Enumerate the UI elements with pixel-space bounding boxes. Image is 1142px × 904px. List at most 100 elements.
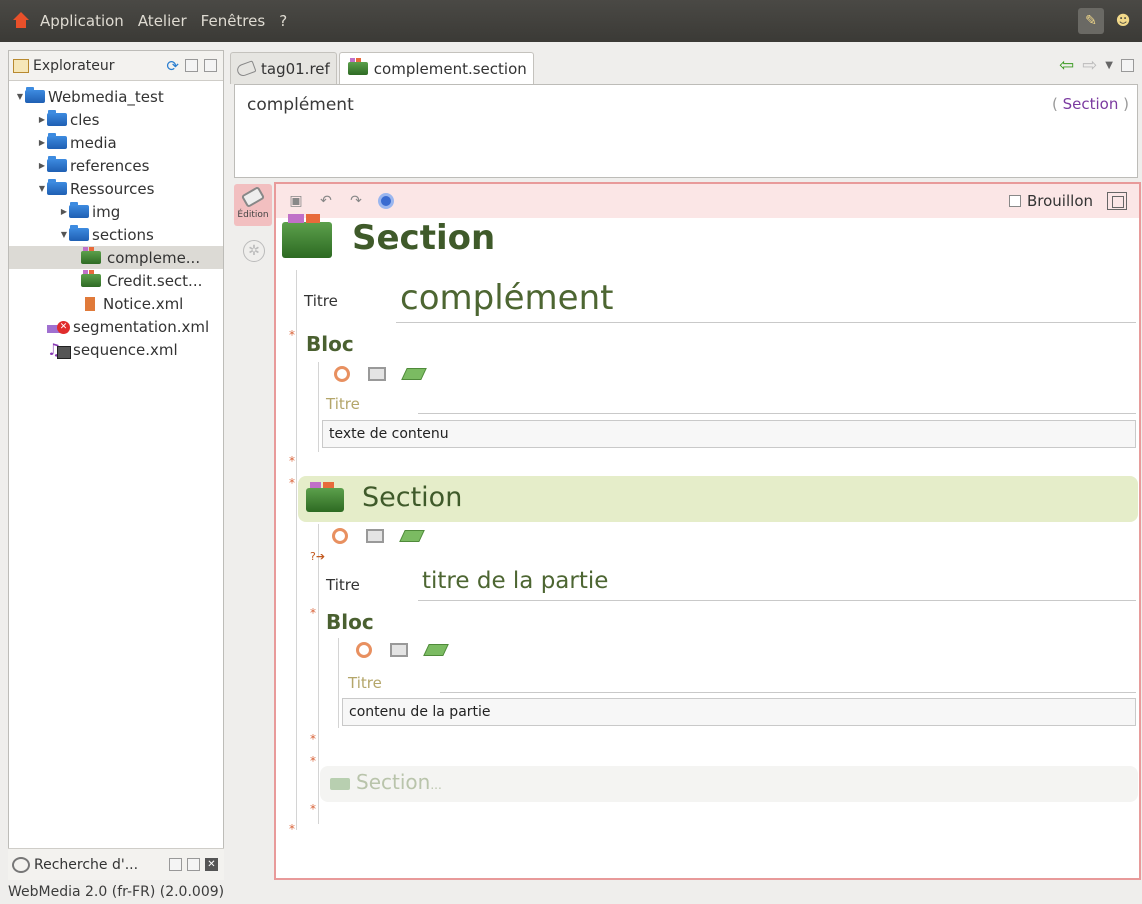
edit-perspective-icon[interactable]: ✎ [1078, 8, 1104, 34]
collapsed-arrow-icon[interactable]: ▶ [37, 161, 47, 170]
refresh-icon[interactable]: ⟳ [166, 57, 179, 75]
recherche-title[interactable]: Recherche d'... [34, 857, 138, 873]
required-marker: * [310, 754, 316, 768]
screen-icon[interactable] [390, 643, 408, 657]
activity-icon[interactable] [356, 642, 372, 658]
subsection-titre-value[interactable]: titre de la partie [422, 568, 608, 594]
status-bar: WebMedia 2.0 (fr-FR) (2.0.009) [8, 884, 225, 900]
titre-underline [396, 322, 1136, 323]
tree-guide [296, 270, 297, 830]
edition-label: Édition [237, 210, 269, 220]
explorer-title: Explorateur [33, 57, 115, 74]
sequence-icon [47, 340, 71, 359]
collapsed-arrow-icon[interactable]: ▶ [37, 138, 47, 147]
book-icon[interactable] [401, 368, 427, 380]
screen-icon[interactable] [366, 529, 384, 543]
item-name: complément [247, 95, 354, 115]
edition-mode-button[interactable]: Édition [234, 184, 272, 226]
minimize-icon[interactable] [185, 59, 198, 72]
expanded-arrow-icon[interactable]: ▼ [59, 230, 69, 239]
collapsed-arrow-icon[interactable]: ▶ [37, 115, 47, 124]
close-icon[interactable]: ✕ [205, 858, 218, 871]
bloc-content-field[interactable]: texte de contenu [322, 420, 1136, 448]
user-perspective-icon[interactable]: ☻ [1110, 8, 1136, 34]
tree-item-label: references [70, 156, 150, 175]
tree-item[interactable]: ▼ Webmedia_test [9, 85, 223, 108]
settings-mode-icon[interactable]: ✲ [243, 240, 265, 262]
subsection-bloc-titre-label: Titre [348, 674, 382, 692]
validate-icon[interactable] [378, 193, 394, 209]
undo-icon[interactable]: ↶ [318, 193, 334, 209]
section-medium-icon [306, 482, 344, 512]
redo-icon[interactable]: ↷ [348, 193, 364, 209]
add-section-placeholder[interactable]: Section... [320, 766, 1138, 802]
tab-label: complement.section [373, 59, 527, 78]
tree-item[interactable]: ▶ references [9, 154, 223, 177]
required-marker: * [289, 476, 295, 490]
forward-arrow-icon[interactable]: ⇨ [1082, 55, 1097, 76]
menu-fenetres[interactable]: Fenêtres [201, 12, 266, 30]
tab-tag01-ref[interactable]: tag01.ref [230, 52, 337, 84]
subsection-bloc-content-field[interactable]: contenu de la partie [342, 698, 1136, 726]
subsection-bloc-guide [338, 638, 339, 728]
restore-icon[interactable] [169, 858, 182, 871]
tree-item[interactable]: ▼ sections [9, 223, 223, 246]
tree-item-label: media [70, 133, 117, 152]
perspective-switcher: ✎ ☻ [1078, 8, 1136, 34]
back-arrow-icon[interactable]: ⇦ [1059, 55, 1074, 76]
tree-item-label: Notice.xml [103, 294, 184, 313]
chevron-down-icon[interactable]: ▼ [1105, 60, 1113, 71]
menu-application[interactable]: Application [40, 12, 124, 30]
tree-item[interactable]: compleme... [9, 246, 223, 269]
tree-item[interactable]: Notice.xml [9, 292, 223, 315]
fullscreen-icon[interactable] [1107, 192, 1127, 210]
expanded-arrow-icon[interactable]: ▼ [37, 184, 47, 193]
required-marker: * [310, 606, 316, 620]
screen-icon[interactable] [368, 367, 386, 381]
tab-complement-section[interactable]: complement.section [338, 52, 534, 84]
brouillon-toggle[interactable]: Brouillon [1009, 192, 1093, 210]
activity-icon[interactable] [332, 528, 348, 544]
bloc-label: Bloc [306, 332, 354, 356]
section-icon [81, 270, 101, 287]
tree-item[interactable]: Credit.sect... [9, 269, 223, 292]
tree-item-label: segmentation.xml [73, 317, 210, 336]
titre-value[interactable]: complément [400, 278, 613, 318]
brouillon-checkbox[interactable] [1009, 195, 1021, 207]
brouillon-label: Brouillon [1027, 192, 1093, 210]
tree-item[interactable]: sequence.xml [9, 338, 223, 361]
maximize-icon[interactable] [1121, 59, 1134, 72]
save-icon[interactable]: ▣ [288, 193, 304, 209]
menu-atelier[interactable]: Atelier [138, 12, 187, 30]
expanded-arrow-icon[interactable]: ▼ [15, 92, 25, 101]
activity-icon[interactable] [334, 366, 350, 382]
bloc-guide [318, 362, 319, 452]
optional-arrow-icon[interactable]: ?➔ [310, 550, 325, 563]
maximize-icon[interactable] [187, 858, 200, 871]
subsection-bloc-label: Bloc [326, 610, 374, 634]
folder-icon [25, 87, 45, 103]
item-type-label[interactable]: Section [1063, 95, 1119, 113]
home-icon[interactable] [12, 12, 30, 30]
menu-help[interactable]: ? [279, 12, 287, 30]
book-icon[interactable] [399, 530, 425, 542]
subsection-titre-underline [418, 600, 1136, 601]
explorer-panel: Explorateur ⟳ ▼ Webmedia_test ▶ cles ▶ media ▶… [8, 50, 224, 880]
book-icon[interactable] [423, 644, 449, 656]
subsection-header[interactable]: Section [298, 476, 1138, 522]
subsection-guide [318, 524, 319, 824]
tree-item[interactable]: ▶ media [9, 131, 223, 154]
folder-icon [47, 156, 67, 172]
tree-item-label: img [92, 202, 121, 221]
tree-item[interactable]: segmentation.xml [9, 315, 223, 338]
collapsed-arrow-icon[interactable]: ▶ [59, 207, 69, 216]
ref-icon [235, 59, 257, 78]
tree-item[interactable]: ▶ cles [9, 108, 223, 131]
maximize-icon[interactable] [204, 59, 217, 72]
segmentation-icon [47, 319, 71, 335]
tree-item[interactable]: ▶ img [9, 200, 223, 223]
tree-item[interactable]: ▼ Ressources [9, 177, 223, 200]
bloc-titre-label: Titre [326, 395, 360, 413]
folder-icon [47, 179, 67, 195]
item-type: ( Section ) [1052, 95, 1129, 113]
